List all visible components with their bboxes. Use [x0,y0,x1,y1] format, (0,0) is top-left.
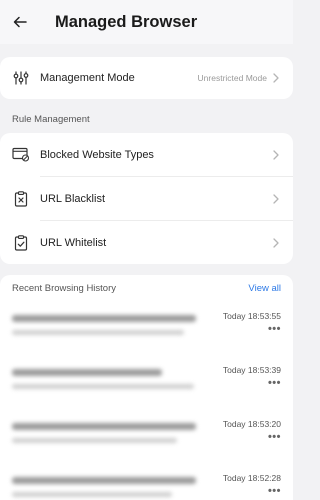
history-time: Today 18:53:39 [222,365,281,375]
rule-row-blocked-website-types[interactable]: Blocked Website Types [0,133,293,176]
history-item[interactable]: Today 18:52:28 ••• [0,463,293,500]
history-item-content [12,311,201,355]
view-all-link[interactable]: View all [248,283,281,294]
rule-row-url-blacklist[interactable]: URL Blacklist [0,177,293,220]
management-mode-row[interactable]: Management Mode Unrestricted Mode [0,57,293,99]
blurred-page-title [12,369,162,376]
rule-label: Blocked Website Types [40,148,154,161]
history-item-content [12,473,201,500]
history-item-content [12,365,201,409]
back-arrow-icon[interactable] [13,14,29,30]
chevron-right-icon [273,73,281,83]
history-time: Today 18:53:55 [222,311,281,321]
chevron-right-icon [273,237,281,248]
more-options-icon[interactable]: ••• [268,432,281,443]
history-item[interactable]: Today 18:53:20 ••• [0,409,293,463]
top-bar: Managed Browser [0,0,293,44]
rule-label: URL Blacklist [40,192,105,205]
chevron-right-icon [273,149,281,160]
more-options-icon[interactable]: ••• [268,378,281,389]
history-card: Recent Browsing History View all Today 1… [0,275,293,500]
history-time: Today 18:53:20 [222,419,281,429]
rule-label: URL Whitelist [40,236,107,249]
history-heading: Recent Browsing History [12,282,117,294]
blurred-page-title [12,477,196,484]
more-options-icon[interactable]: ••• [268,324,281,335]
blurred-page-title [12,423,196,430]
history-item[interactable]: Today 18:53:55 ••• [0,301,293,355]
rule-row-url-whitelist[interactable]: URL Whitelist [0,221,293,264]
page-title: Managed Browser [55,12,198,31]
management-mode-label: Management Mode [40,72,135,84]
history-item-content [12,419,201,463]
rule-management-card: Blocked Website Types URL Blacklist URL … [0,133,293,264]
blurred-page-url [12,384,194,389]
management-mode-value: Unrestricted Mode [197,73,267,83]
browser-block-icon [12,146,30,164]
history-header: Recent Browsing History View all [0,275,293,301]
blurred-page-url [12,438,177,443]
history-item[interactable]: Today 18:53:39 ••• [0,355,293,409]
sliders-icon [12,69,30,87]
clipboard-check-icon [12,234,30,252]
more-options-icon[interactable]: ••• [268,486,281,497]
history-time: Today 18:52:28 [222,473,281,483]
clipboard-x-icon [12,190,30,208]
management-mode-card: Management Mode Unrestricted Mode [0,57,293,99]
blurred-page-title [12,315,196,322]
chevron-right-icon [273,193,281,204]
blurred-page-url [12,492,172,497]
blurred-page-url [12,330,184,335]
rule-management-heading: Rule Management [12,113,90,125]
